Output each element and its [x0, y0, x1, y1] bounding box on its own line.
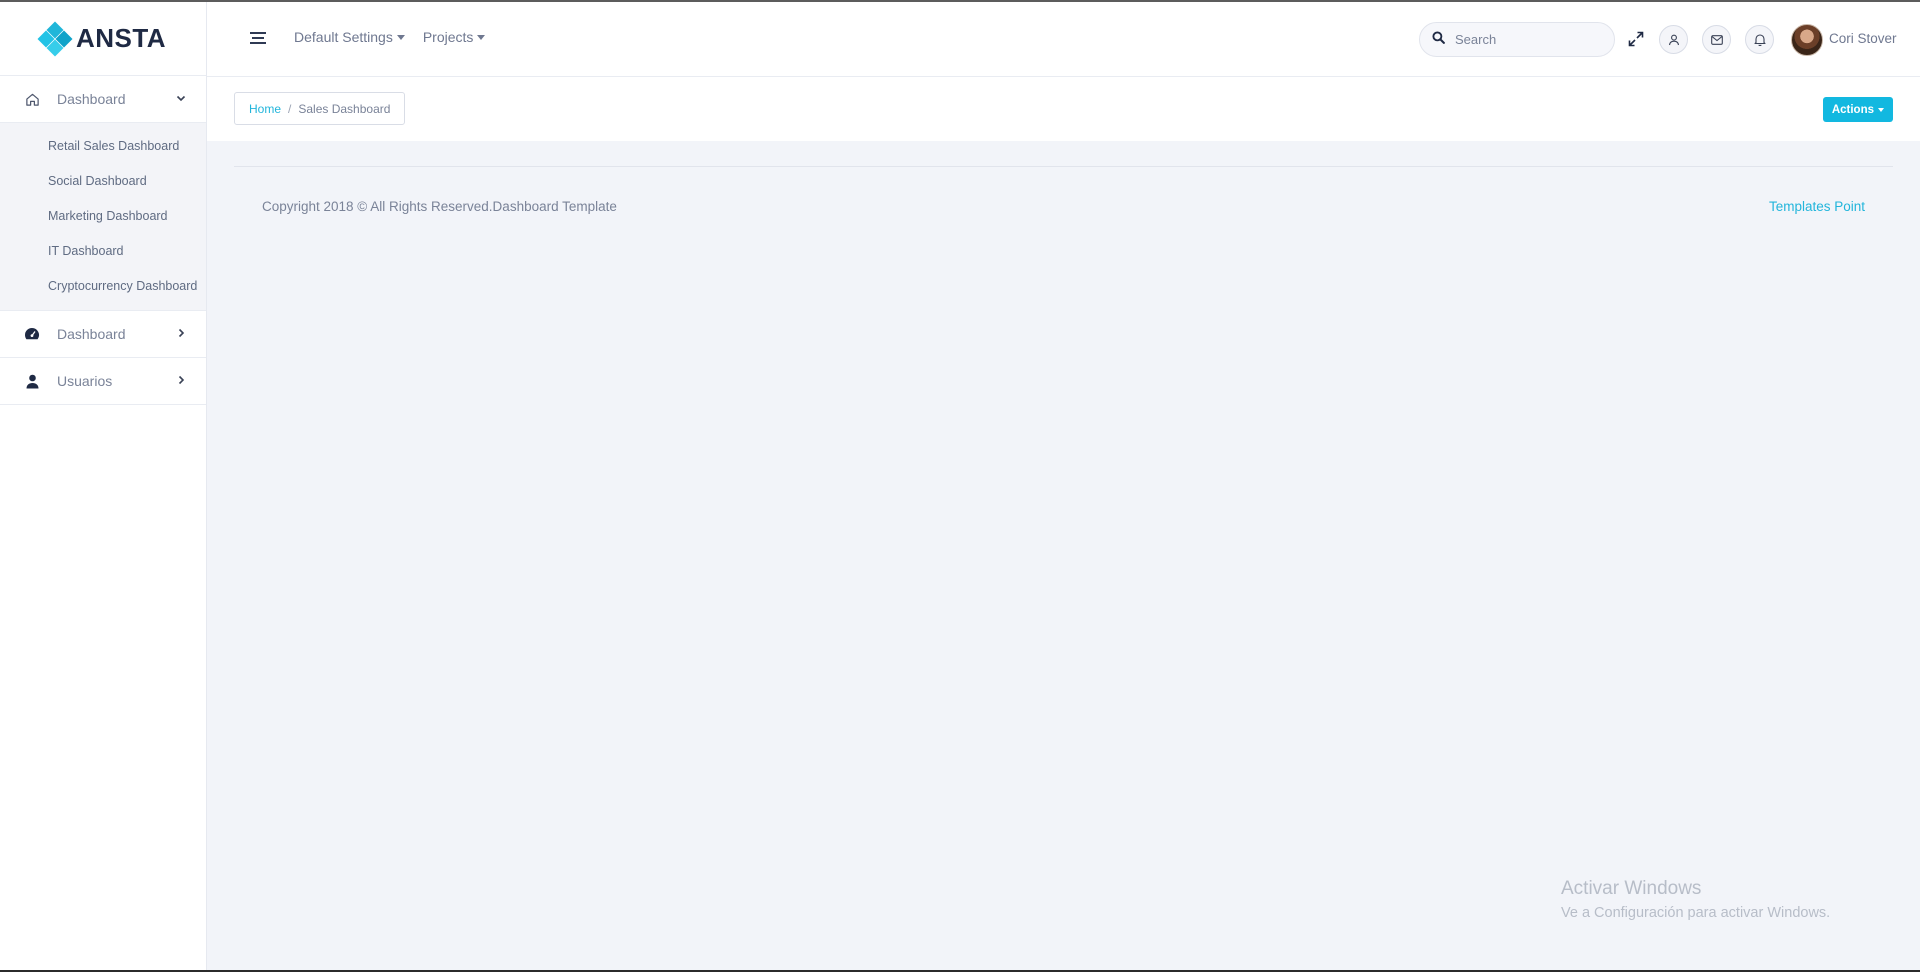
- logo-mark-icon: [37, 21, 73, 56]
- topbar: Default Settings Projects C: [207, 2, 1920, 77]
- default-settings-menu[interactable]: Default Settings: [294, 29, 405, 45]
- bell-icon[interactable]: [1745, 25, 1774, 54]
- sidebar-item-label: Usuarios: [57, 373, 113, 389]
- mail-icon[interactable]: [1702, 25, 1731, 54]
- search-icon: [1432, 30, 1445, 49]
- logo[interactable]: ANSTA: [0, 2, 206, 76]
- projects-menu[interactable]: Projects: [423, 29, 486, 45]
- chevron-right-icon: [176, 374, 186, 388]
- sidebar-item-label: Dashboard: [57, 326, 126, 342]
- submenu-item-retail-sales[interactable]: Retail Sales Dashboard: [0, 129, 206, 164]
- speedometer-icon: [24, 326, 40, 342]
- breadcrumb-separator: /: [288, 101, 292, 116]
- breadcrumb-current: Sales Dashboard: [298, 101, 391, 116]
- menu-label: Projects: [422, 29, 474, 45]
- chevron-right-icon: [176, 327, 186, 341]
- caret-down-icon: [396, 34, 405, 40]
- expand-icon[interactable]: [1627, 30, 1645, 48]
- logo-text: ANSTA: [75, 23, 167, 53]
- search-input[interactable]: [1455, 32, 1595, 47]
- footer-copyright: Copyright 2018 © All Rights Reserved.Das…: [262, 199, 617, 214]
- breadcrumb: Home / Sales Dashboard: [234, 92, 406, 125]
- menu-label: Default Settings: [294, 29, 393, 45]
- submenu-item-it[interactable]: IT Dashboard: [0, 234, 206, 269]
- caret-down-icon: [1878, 107, 1884, 112]
- sidebar-item-dashboard-2[interactable]: Dashboard: [0, 311, 206, 358]
- caret-down-icon: [477, 34, 486, 40]
- top-menu: Default Settings Projects: [294, 29, 486, 45]
- sidebar-item-label: Dashboard: [57, 91, 126, 107]
- templates-point-link[interactable]: Templates Point: [1769, 199, 1865, 214]
- submenu-item-cryptocurrency[interactable]: Cryptocurrency Dashboard: [0, 269, 206, 304]
- user-icon: [24, 373, 40, 389]
- avatar[interactable]: [1791, 24, 1823, 56]
- user-name[interactable]: Cori Stover: [1829, 31, 1897, 46]
- app-window: ANSTA Dashboard Retail Sales Dashboard S…: [0, 0, 1920, 972]
- windows-activation-title: Activar Windows: [1561, 878, 1702, 899]
- hamburger-icon[interactable]: [250, 32, 266, 46]
- sidebar-item-usuarios[interactable]: Usuarios: [0, 358, 206, 405]
- search-box: [1419, 22, 1615, 57]
- breadcrumb-bar: Home / Sales Dashboard Actions: [207, 77, 1920, 141]
- actions-label: Actions: [1831, 103, 1874, 116]
- submenu-item-marketing[interactable]: Marketing Dashboard: [0, 199, 206, 234]
- dashboard-submenu: Retail Sales Dashboard Social Dashboard …: [0, 123, 206, 311]
- sidebar-item-dashboard[interactable]: Dashboard: [0, 76, 206, 123]
- actions-button[interactable]: Actions: [1822, 97, 1893, 122]
- breadcrumb-home-link[interactable]: Home: [249, 102, 281, 116]
- submenu-item-social[interactable]: Social Dashboard: [0, 164, 206, 199]
- windows-activation-subtitle: Ve a Configuración para activar Windows.: [1561, 905, 1831, 921]
- footer-divider: [234, 166, 1893, 167]
- home-icon: [24, 91, 40, 107]
- profile-icon[interactable]: [1659, 25, 1688, 54]
- chevron-down-icon: [176, 92, 186, 106]
- sidebar: ANSTA Dashboard Retail Sales Dashboard S…: [0, 2, 207, 970]
